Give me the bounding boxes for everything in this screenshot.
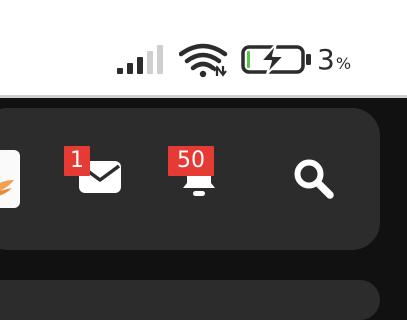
status-bar: 3 %	[0, 0, 407, 95]
search-icon	[294, 159, 334, 199]
content-thumbnail[interactable]	[0, 150, 20, 208]
content-card	[0, 280, 380, 320]
notifications-badge: 50	[168, 146, 214, 176]
battery-level-fill	[247, 51, 250, 68]
battery-percentage: 3 %	[317, 44, 351, 76]
cellular-signal-icon	[117, 45, 163, 74]
messages-badge: 1	[64, 146, 90, 176]
battery-charging-icon	[241, 43, 311, 75]
battery-percentage-value: 3	[317, 43, 335, 76]
wifi-icon	[179, 43, 228, 78]
battery-percentage-sign: %	[335, 54, 352, 73]
search-button[interactable]	[286, 150, 342, 204]
notifications-button[interactable]: 50	[168, 146, 228, 200]
status-bar-divider	[0, 95, 407, 98]
messages-button[interactable]: 1	[64, 146, 126, 198]
